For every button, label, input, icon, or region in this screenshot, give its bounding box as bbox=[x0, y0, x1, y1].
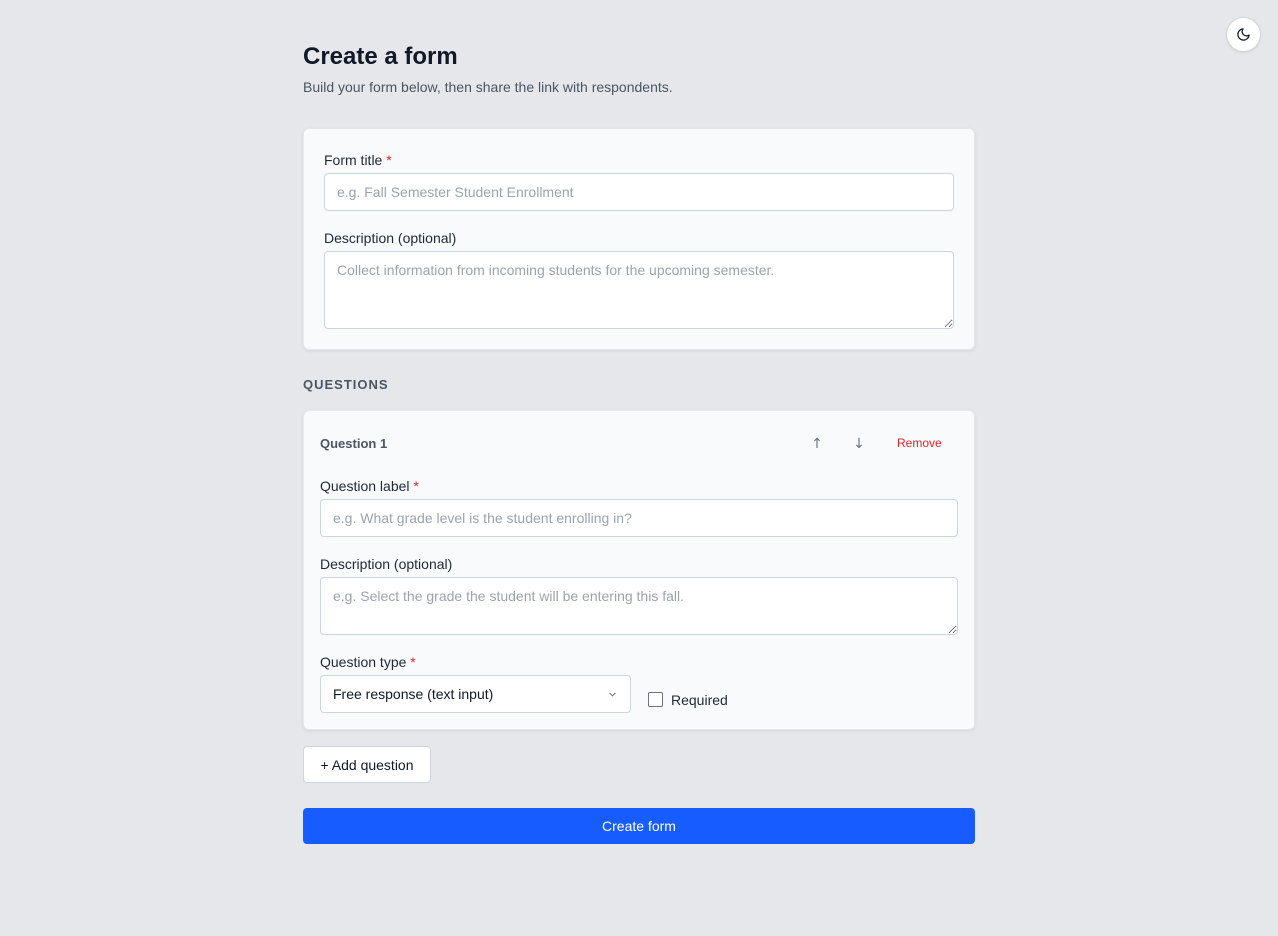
question-type-selected-value: Free response (text input) bbox=[333, 686, 494, 702]
question-heading: Question 1 bbox=[320, 436, 388, 451]
theme-toggle-button[interactable] bbox=[1226, 17, 1261, 52]
required-checkbox-label[interactable]: Required bbox=[671, 691, 728, 709]
question-card: Question 1 ↑ ↓ Remove Question label * D… bbox=[303, 410, 975, 730]
move-up-button[interactable]: ↑ bbox=[806, 433, 828, 455]
question-description-input[interactable] bbox=[320, 577, 958, 635]
question-description-label: Description (optional) bbox=[320, 556, 453, 572]
question-label-label: Question label * bbox=[320, 477, 419, 495]
arrow-up-icon: ↑ bbox=[811, 436, 823, 452]
create-form-button[interactable]: Create form bbox=[303, 808, 975, 844]
required-mark: * bbox=[410, 654, 416, 670]
page-title: Create a form bbox=[303, 43, 458, 70]
question-type-select[interactable]: Free response (text input) bbox=[320, 675, 631, 713]
form-title-input[interactable] bbox=[324, 173, 954, 211]
form-title-label-text: Form title bbox=[324, 152, 383, 168]
remove-question-button[interactable]: Remove bbox=[897, 436, 942, 450]
move-down-button[interactable]: ↓ bbox=[848, 433, 870, 455]
required-checkbox[interactable] bbox=[648, 692, 663, 707]
question-type-label-text: Question type bbox=[320, 654, 407, 670]
form-description-label: Description (optional) bbox=[324, 230, 457, 246]
chevron-down-icon bbox=[607, 689, 618, 700]
add-question-button[interactable]: + Add question bbox=[303, 746, 431, 783]
form-description-input[interactable] bbox=[324, 251, 954, 329]
question-label-input[interactable] bbox=[320, 499, 958, 537]
question-label-label-text: Question label bbox=[320, 478, 410, 494]
arrow-down-icon: ↓ bbox=[853, 436, 865, 452]
page-subtitle: Build your form below, then share the li… bbox=[303, 79, 673, 95]
question-type-label: Question type * bbox=[320, 653, 416, 671]
required-mark: * bbox=[386, 152, 392, 168]
moon-icon bbox=[1236, 27, 1251, 42]
questions-section-heading: QUESTIONS bbox=[303, 377, 389, 392]
form-title-label: Form title * bbox=[324, 151, 392, 169]
required-mark: * bbox=[413, 478, 419, 494]
form-details-card: Form title * Description (optional) bbox=[303, 128, 975, 350]
